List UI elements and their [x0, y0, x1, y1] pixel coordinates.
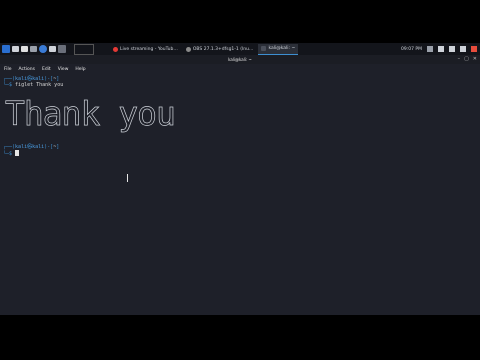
terminal-icon — [261, 46, 267, 51]
minimize-icon[interactable]: – — [458, 55, 461, 64]
task-label: OBS 27.1.3+dfsg1-1 (lnu… — [192, 46, 254, 52]
youtube-icon — [113, 46, 118, 52]
task-button-youtube[interactable]: Live streaming - YouTub… — [110, 44, 181, 54]
prompt-host: kali — [32, 144, 45, 150]
input-line[interactable]: └─$ — [3, 150, 477, 157]
maximize-icon[interactable]: ▢ — [464, 55, 469, 64]
clock[interactable]: 09:07 PM — [401, 47, 422, 52]
lock-icon[interactable] — [460, 46, 466, 52]
menu-view[interactable]: View — [58, 65, 69, 74]
kali-menu-icon[interactable] — [2, 45, 10, 53]
notification-bell-icon[interactable] — [438, 46, 444, 52]
network-icon[interactable] — [427, 46, 433, 52]
menu-file[interactable]: File — [4, 65, 12, 74]
editor-icon[interactable] — [49, 46, 56, 52]
terminal-launcher-icon[interactable] — [30, 46, 37, 52]
task-label: Live streaming - YouTub… — [120, 46, 178, 52]
task-button-terminal[interactable]: kali@kali: ~ — [258, 43, 299, 55]
power-icon[interactable] — [471, 46, 477, 52]
prompt-dir: ~ — [53, 144, 57, 150]
figlet-output: Thank you — [5, 94, 177, 133]
text-cursor — [15, 150, 20, 156]
top-panel: Live streaming - YouTub… OBS 27.1.3+dfsg… — [0, 43, 480, 55]
menu-actions[interactable]: Actions — [19, 65, 35, 74]
window-titlebar[interactable]: kali@kali: ~ – ▢ ✕ — [0, 55, 480, 64]
command-text: figlet Thank you — [15, 82, 64, 88]
file-manager-icon[interactable] — [21, 46, 28, 52]
close-icon[interactable]: ✕ — [473, 55, 477, 64]
task-label: kali@kali: ~ — [268, 46, 296, 51]
show-desktop-icon[interactable] — [12, 46, 19, 52]
workspace-icon[interactable] — [58, 45, 66, 53]
mouse-ibeam-cursor — [127, 174, 131, 182]
volume-icon[interactable] — [449, 46, 455, 52]
terminal-output[interactable]: ┌──(kali㉿kali)-[~] └─$ figlet Thank you … — [3, 76, 477, 157]
window-title: kali@kali: ~ — [228, 57, 252, 62]
task-button-obs[interactable]: OBS 27.1.3+dfsg1-1 (lnu… — [183, 44, 257, 54]
workspace-switcher[interactable] — [74, 43, 94, 55]
obs-icon — [185, 46, 191, 52]
menu-edit[interactable]: Edit — [42, 65, 51, 74]
desktop-screen: Live streaming - YouTub… OBS 27.1.3+dfsg… — [0, 43, 480, 315]
menu-help[interactable]: Help — [75, 65, 85, 74]
menubar: File Actions Edit View Help — [0, 65, 480, 74]
browser-icon[interactable] — [39, 45, 47, 53]
